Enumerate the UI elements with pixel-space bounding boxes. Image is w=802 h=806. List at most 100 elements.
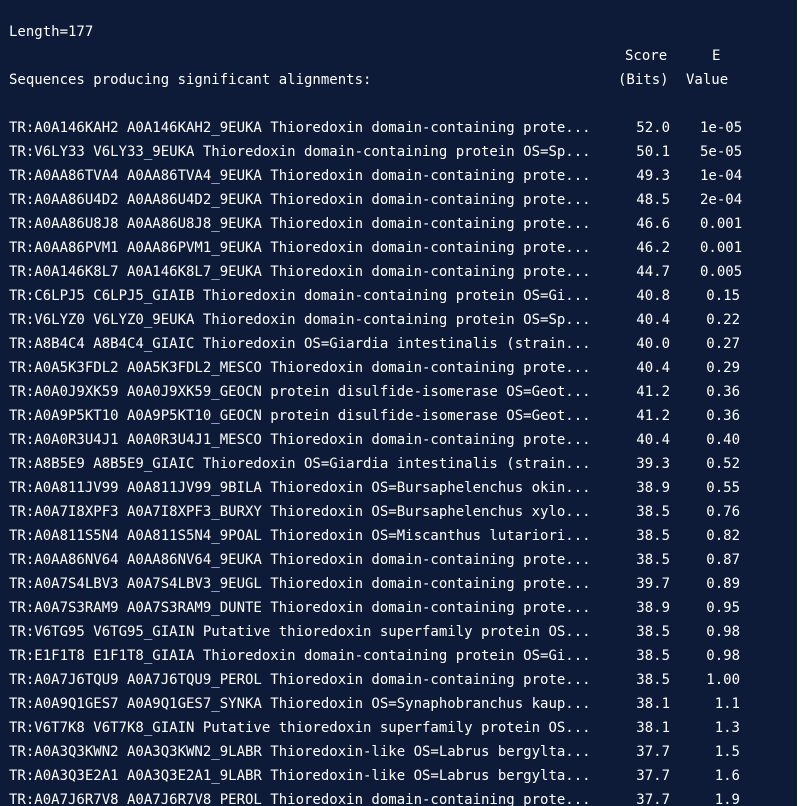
e-value: 1.1	[714, 696, 740, 712]
alignment-row[interactable]: TR:E1F1T8 E1F1T8_GIAIA Thioredoxin domai…	[0, 644, 797, 668]
alignment-row[interactable]: TR:V6LY33 V6LY33_9EUKA Thioredoxin domai…	[0, 140, 797, 164]
alignment-row[interactable]: TR:A0A9P5KT10 A0A9P5KT10_GEOCN protein d…	[0, 404, 797, 428]
alignment-row[interactable]: TR:A0AA86U4D2 A0AA86U4D2_9EUKA Thioredox…	[0, 188, 797, 212]
alignment-row[interactable]: TR:V6T7K8 V6T7K8_GIAIN Putative thioredo…	[0, 716, 797, 740]
e-value: 5e-05	[700, 144, 743, 160]
bit-score: 38.5	[636, 504, 670, 520]
bit-score: 39.7	[636, 576, 670, 592]
sequence-description[interactable]: TR:A0AA86NV64 A0AA86NV64_9EUKA Thioredox…	[9, 548, 591, 572]
sequence-description[interactable]: TR:A0A7J6TQU9 A0A7J6TQU9_PEROL Thioredox…	[9, 668, 591, 692]
alignment-row[interactable]: TR:A0A3Q3E2A1 A0A3Q3E2A1_9LABR Thioredox…	[0, 764, 797, 788]
alignment-row[interactable]: TR:A0A9Q1GES7 A0A9Q1GES7_SYNKA Thioredox…	[0, 692, 797, 716]
bit-score: 52.0	[636, 120, 670, 136]
sequence-description[interactable]: TR:A0A7S4LBV3 A0A7S4LBV3_9EUGL Thioredox…	[9, 572, 591, 596]
alignment-row[interactable]: TR:A0A146K8L7 A0A146K8L7_9EUKA Thioredox…	[0, 260, 797, 284]
e-value: 1.5	[714, 744, 740, 760]
alignment-list: TR:A0A146KAH2 A0A146KAH2_9EUKA Thioredox…	[0, 116, 797, 806]
sequences-heading: Sequences producing significant alignmen…	[9, 72, 372, 88]
bit-score: 40.4	[636, 312, 670, 328]
bit-score: 49.3	[636, 168, 670, 184]
score-column-header: Score	[625, 48, 668, 64]
bit-score: 40.0	[636, 336, 670, 352]
e-value: 0.15	[706, 288, 740, 304]
e-value: 0.001	[700, 216, 743, 232]
e-value: 0.40	[706, 432, 740, 448]
alignment-row[interactable]: TR:A0A811S5N4 A0A811S5N4_9POAL Thioredox…	[0, 524, 797, 548]
alignment-row[interactable]: TR:A0A7I8XPF3 A0A7I8XPF3_BURXY Thioredox…	[0, 500, 797, 524]
e-value: 0.76	[706, 504, 740, 520]
sequence-description[interactable]: TR:V6LY33 V6LY33_9EUKA Thioredoxin domai…	[9, 140, 591, 164]
alignment-row[interactable]: TR:A0A7S4LBV3 A0A7S4LBV3_9EUGL Thioredox…	[0, 572, 797, 596]
e-value: 0.005	[700, 264, 743, 280]
sequence-description[interactable]: TR:A0A0R3U4J1 A0A0R3U4J1_MESCO Thioredox…	[9, 428, 591, 452]
alignment-row[interactable]: TR:A0A3Q3KWN2 A0A3Q3KWN2_9LABR Thioredox…	[0, 740, 797, 764]
bit-score: 38.5	[636, 648, 670, 664]
sequence-description[interactable]: TR:A0A9P5KT10 A0A9P5KT10_GEOCN protein d…	[9, 404, 591, 428]
sequence-description[interactable]: TR:A0A7J6R7V8 A0A7J6R7V8_PEROL Thioredox…	[9, 788, 591, 806]
sequence-description[interactable]: TR:V6T7K8 V6T7K8_GIAIN Putative thioredo…	[9, 716, 591, 740]
alignment-row[interactable]: TR:C6LPJ5 C6LPJ5_GIAIB Thioredoxin domai…	[0, 284, 797, 308]
alignment-row[interactable]: TR:A8B5E9 A8B5E9_GIAIC Thioredoxin OS=Gi…	[0, 452, 797, 476]
alignment-row[interactable]: TR:A0A7J6R7V8 A0A7J6R7V8_PEROL Thioredox…	[0, 788, 797, 806]
alignment-row[interactable]: TR:A0A5K3FDL2 A0A5K3FDL2_MESCO Thioredox…	[0, 356, 797, 380]
sequence-description[interactable]: TR:A0A811JV99 A0A811JV99_9BILA Thioredox…	[9, 476, 591, 500]
sequence-description[interactable]: TR:A0A3Q3E2A1 A0A3Q3E2A1_9LABR Thioredox…	[9, 764, 591, 788]
alignment-row[interactable]: TR:A0A811JV99 A0A811JV99_9BILA Thioredox…	[0, 476, 797, 500]
bit-score: 38.9	[636, 480, 670, 496]
bit-score: 38.9	[636, 600, 670, 616]
sequence-description[interactable]: TR:A0A7S3RAM9 A0A7S3RAM9_DUNTE Thioredox…	[9, 596, 591, 620]
sequence-description[interactable]: TR:A0A811S5N4 A0A811S5N4_9POAL Thioredox…	[9, 524, 591, 548]
sequence-description[interactable]: TR:A0A7I8XPF3 A0A7I8XPF3_BURXY Thioredox…	[9, 500, 591, 524]
sequence-description[interactable]: TR:A0AA86TVA4 A0AA86TVA4_9EUKA Thioredox…	[9, 164, 591, 188]
alignment-row[interactable]: TR:V6TG95 V6TG95_GIAIN Putative thioredo…	[0, 620, 797, 644]
sequence-description[interactable]: TR:V6LYZ0 V6LYZ0_9EUKA Thioredoxin domai…	[9, 308, 591, 332]
alignment-row[interactable]: TR:A0AA86NV64 A0AA86NV64_9EUKA Thioredox…	[0, 548, 797, 572]
e-value: 1.9	[714, 792, 740, 806]
sequence-description[interactable]: TR:A0AA86U8J8 A0AA86U8J8_9EUKA Thioredox…	[9, 212, 591, 236]
bit-score: 38.1	[636, 720, 670, 736]
alignment-row[interactable]: TR:A0A146KAH2 A0A146KAH2_9EUKA Thioredox…	[0, 116, 797, 140]
alignment-row[interactable]: TR:A0A7J6TQU9 A0A7J6TQU9_PEROL Thioredox…	[0, 668, 797, 692]
sequence-description[interactable]: TR:A0A0J9XK59 A0A0J9XK59_GEOCN protein d…	[9, 380, 591, 404]
bit-score: 44.7	[636, 264, 670, 280]
e-value: 0.82	[706, 528, 740, 544]
blast-results-panel: Length=177 Score E Sequences producing s…	[0, 0, 797, 806]
sequence-description[interactable]: TR:V6TG95 V6TG95_GIAIN Putative thioredo…	[9, 620, 591, 644]
alignment-row[interactable]: TR:A0AA86PVM1 A0AA86PVM1_9EUKA Thioredox…	[0, 236, 797, 260]
e-value: 0.52	[706, 456, 740, 472]
e-value: 0.89	[706, 576, 740, 592]
sequence-description[interactable]: TR:A0A146KAH2 A0A146KAH2_9EUKA Thioredox…	[9, 116, 591, 140]
sequence-description[interactable]: TR:A0A3Q3KWN2 A0A3Q3KWN2_9LABR Thioredox…	[9, 740, 591, 764]
sequence-description[interactable]: TR:A0A5K3FDL2 A0A5K3FDL2_MESCO Thioredox…	[9, 356, 591, 380]
alignment-row[interactable]: TR:A0AA86U8J8 A0AA86U8J8_9EUKA Thioredox…	[0, 212, 797, 236]
alignment-row[interactable]: TR:A8B4C4 A8B4C4_GIAIC Thioredoxin OS=Gi…	[0, 332, 797, 356]
bit-score: 38.5	[636, 552, 670, 568]
bit-score: 37.7	[636, 768, 670, 784]
bit-score: 37.7	[636, 744, 670, 760]
alignment-row[interactable]: TR:A0A7S3RAM9 A0A7S3RAM9_DUNTE Thioredox…	[0, 596, 797, 620]
bit-score: 48.5	[636, 192, 670, 208]
sequence-description[interactable]: TR:A0A9Q1GES7 A0A9Q1GES7_SYNKA Thioredox…	[9, 692, 591, 716]
e-value: 0.27	[706, 336, 740, 352]
e-value: 0.55	[706, 480, 740, 496]
sequence-description[interactable]: TR:C6LPJ5 C6LPJ5_GIAIB Thioredoxin domai…	[9, 284, 591, 308]
alignment-row[interactable]: TR:A0AA86TVA4 A0AA86TVA4_9EUKA Thioredox…	[0, 164, 797, 188]
bit-score: 38.1	[636, 696, 670, 712]
alignment-row[interactable]: TR:V6LYZ0 V6LYZ0_9EUKA Thioredoxin domai…	[0, 308, 797, 332]
bit-score: 38.5	[636, 672, 670, 688]
bit-score: 37.7	[636, 792, 670, 806]
bit-score: 39.3	[636, 456, 670, 472]
sequence-description[interactable]: TR:A0AA86PVM1 A0AA86PVM1_9EUKA Thioredox…	[9, 236, 591, 260]
alignment-row[interactable]: TR:A0A0J9XK59 A0A0J9XK59_GEOCN protein d…	[0, 380, 797, 404]
e-value: 0.98	[706, 624, 740, 640]
alignment-row[interactable]: TR:A0A0R3U4J1 A0A0R3U4J1_MESCO Thioredox…	[0, 428, 797, 452]
sequence-description[interactable]: TR:A8B4C4 A8B4C4_GIAIC Thioredoxin OS=Gi…	[9, 332, 591, 356]
sequence-description[interactable]: TR:A0AA86U4D2 A0AA86U4D2_9EUKA Thioredox…	[9, 188, 591, 212]
bit-score: 40.4	[636, 432, 670, 448]
sequence-description[interactable]: TR:A0A146K8L7 A0A146K8L7_9EUKA Thioredox…	[9, 260, 591, 284]
bit-score: 50.1	[636, 144, 670, 160]
sequence-description[interactable]: TR:E1F1T8 E1F1T8_GIAIA Thioredoxin domai…	[9, 644, 591, 668]
e-value: 2e-04	[700, 192, 743, 208]
sequence-description[interactable]: TR:A8B5E9 A8B5E9_GIAIC Thioredoxin OS=Gi…	[9, 452, 591, 476]
bit-score: 41.2	[636, 384, 670, 400]
